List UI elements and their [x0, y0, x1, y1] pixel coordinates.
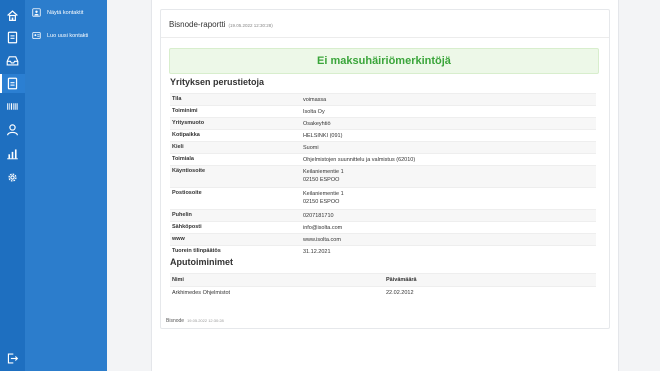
subnav-item-label: Luo uusi kontakti: [47, 32, 89, 39]
footer-source: Bisnode: [166, 318, 185, 324]
logout-icon[interactable]: [5, 351, 20, 366]
report-title-text: Bisnode-raportti: [169, 20, 226, 29]
field-value-line: 31.12.2021: [303, 249, 331, 255]
field-value-line: www.isolta.com: [303, 237, 341, 243]
field-value-line: Suomi: [303, 145, 319, 151]
field-value: voimassa: [301, 94, 596, 105]
field-value-line: info@isolta.com: [303, 225, 343, 231]
field-label: Käyntiosoite: [172, 168, 206, 174]
field-label: Toiminimi: [172, 108, 198, 114]
column-header-date: Päivämäärä: [386, 277, 417, 283]
aux-names-heading: Aputoiminimet: [170, 257, 233, 267]
table-row: Kotipaikka HELSINKI (091): [170, 129, 596, 141]
contacts-subnav: Näytä kontaktit Luo uusi kontakti: [25, 0, 107, 371]
field-value-line: HELSINKI (091): [303, 133, 343, 139]
field-label: Sähköposti: [172, 224, 202, 230]
aux-names-table: Nimi Päivämäärä Arkhimedes Ohjelmistot 22…: [170, 273, 596, 299]
field-value-line: Ohjelmistojen suunnittelu ja valmistus (…: [303, 157, 416, 163]
field-value-line: voimassa: [303, 97, 327, 103]
field-label: Yritysmuoto: [172, 120, 205, 126]
field-value: Osakeyhtiö: [301, 118, 596, 129]
settings-icon[interactable]: [5, 170, 20, 185]
document-icon[interactable]: [5, 30, 20, 45]
subnav-item-show-contacts[interactable]: Näytä kontaktit: [32, 8, 83, 17]
table-row: www www.isolta.com: [170, 233, 596, 245]
field-label: Toimiala: [172, 156, 194, 162]
field-value: www.isolta.com: [301, 234, 596, 245]
table-row: Toimiala Ohjelmistojen suunnittelu ja val…: [170, 153, 596, 165]
field-label: Tuorein tilinpäätös: [172, 248, 221, 254]
field-label: Kieli: [172, 144, 184, 150]
inbox-icon[interactable]: [5, 53, 20, 68]
table-row: Arkhimedes Ohjelmistot 22.02.2012: [170, 286, 596, 299]
bisnode-report-card: Bisnode-raportti (19.05.2022 12:30:28) Ei…: [160, 9, 610, 329]
field-label: www: [172, 236, 185, 242]
footer-timestamp: 19.05.2022 12:30:28: [187, 318, 224, 323]
home-icon[interactable]: [5, 8, 20, 23]
user-icon[interactable]: [5, 122, 20, 137]
table-row: Tila voimassa: [170, 93, 596, 105]
table-row: Puhelin 0207181710: [170, 209, 596, 221]
field-value-line: 02150 ESPOO: [303, 199, 340, 205]
report-footer: Bisnode 19.05.2022 12:30:28: [166, 318, 224, 324]
main-area: Bisnode-raportti (19.05.2022 12:30:28) Ei…: [107, 0, 660, 371]
aux-rows: Arkhimedes Ohjelmistot 22.02.2012: [170, 286, 596, 299]
field-value-line: Isolta Oy: [303, 109, 325, 115]
rail-active-indicator: [0, 74, 2, 93]
table-row: Tuorein tilinpäätös 31.12.2021: [170, 245, 596, 257]
field-value: Suomi: [301, 142, 596, 153]
field-label: Tila: [172, 96, 182, 102]
table-row: Postiosoite Keilaniementie 1 02150 ESPOO: [170, 187, 596, 209]
field-value-line: 0207181710: [303, 213, 334, 219]
field-value: Keilaniementie 1 02150 ESPOO: [301, 166, 596, 187]
subnav-item-create-contact[interactable]: Luo uusi kontakti: [32, 31, 88, 40]
field-value-line: Osakeyhtiö: [303, 121, 331, 127]
field-value: info@isolta.com: [301, 222, 596, 233]
content-panel: Bisnode-raportti (19.05.2022 12:30:28) Ei…: [151, 0, 619, 371]
aux-date-cell: 22.02.2012: [386, 290, 414, 296]
table-header-row: Nimi Päivämäärä: [170, 273, 596, 286]
contact-card-icon[interactable]: [5, 76, 20, 91]
field-value: Ohjelmistojen suunnittelu ja valmistus (…: [301, 154, 596, 165]
field-label: Puhelin: [172, 212, 192, 218]
subnav-item-label: Näytä kontaktit: [47, 9, 84, 16]
chart-icon[interactable]: [5, 146, 20, 161]
field-value: 31.12.2021: [301, 246, 596, 257]
add-contact-icon: [32, 31, 41, 40]
table-row: Sähköposti info@isolta.com: [170, 221, 596, 233]
table-row: Toiminimi Isolta Oy: [170, 105, 596, 117]
report-timestamp: (19.05.2022 12:30:28): [228, 23, 273, 28]
contact-list-icon: [32, 8, 41, 17]
field-value-line: Keilaniementie 1: [303, 191, 344, 197]
field-label: Postiosoite: [172, 190, 202, 196]
aux-name-cell: Arkhimedes Ohjelmistot: [172, 290, 231, 296]
basic-info-table: Tila voimassa Toiminimi Isolta Oy Yritysmuot…: [170, 93, 596, 257]
field-label: Kotipaikka: [172, 132, 200, 138]
field-value-line: Keilaniementie 1: [303, 169, 344, 175]
field-value-line: 02150 ESPOO: [303, 177, 340, 183]
basic-info-heading: Yrityksen perustietoja: [170, 77, 265, 87]
table-row: Kieli Suomi: [170, 141, 596, 153]
field-value: 0207181710: [301, 210, 596, 221]
payment-default-status: Ei maksuhäiriömerkintöjä: [169, 48, 599, 74]
report-title: Bisnode-raportti (19.05.2022 12:30:28): [169, 20, 273, 29]
divider: [161, 37, 609, 38]
table-row: Käyntiosoite Keilaniementie 1 02150 ESPOO: [170, 165, 596, 187]
table-row: Yritysmuoto Osakeyhtiö: [170, 117, 596, 129]
icon-rail: [0, 0, 25, 371]
field-value: Keilaniementie 1 02150 ESPOO: [301, 188, 596, 209]
column-header-name: Nimi: [172, 277, 184, 283]
barcode-icon[interactable]: [5, 99, 20, 114]
field-value: HELSINKI (091): [301, 130, 596, 141]
field-value: Isolta Oy: [301, 106, 596, 117]
